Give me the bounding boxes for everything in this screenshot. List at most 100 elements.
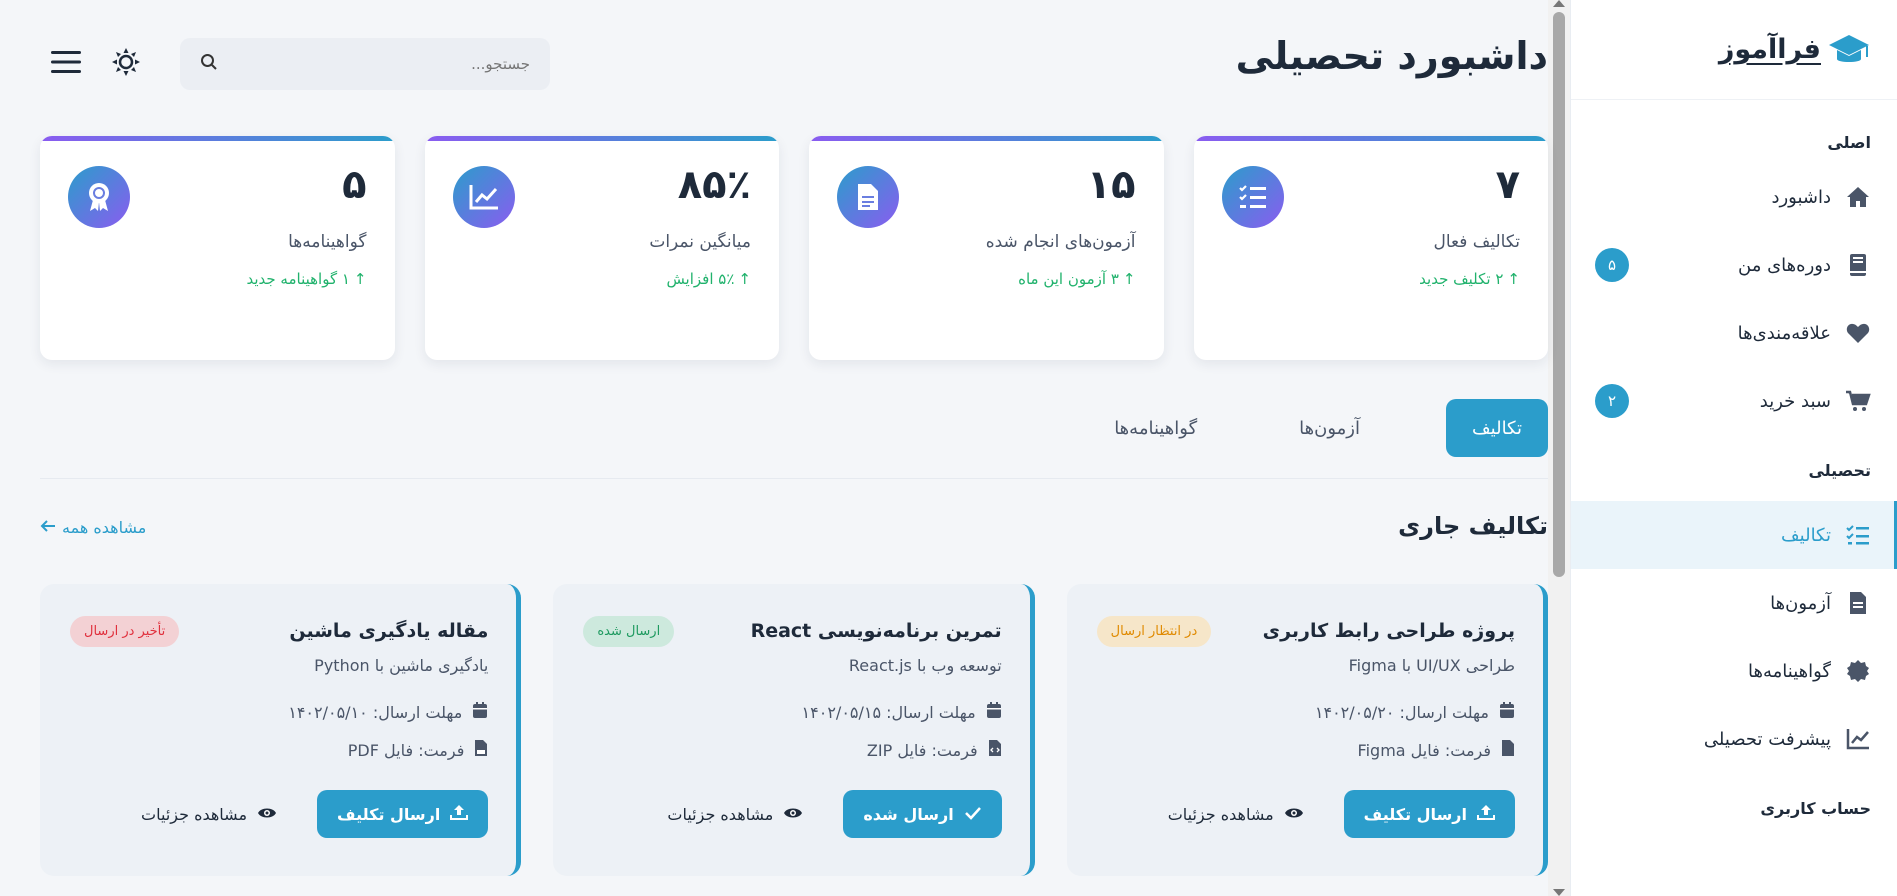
stat-label: گواهینامه‌ها (288, 232, 367, 252)
section-title: تکالیف جاری (1398, 512, 1548, 540)
scrollbar[interactable] (1548, 0, 1570, 896)
format-text: فرمت: فایل ZIP (866, 740, 978, 760)
home-icon (1845, 184, 1871, 210)
stat-change-text: ۲ تکلیف جدید (1419, 270, 1504, 288)
assignment-card: پروژه طراحی رابط کاربری در انتظار ارسال … (1066, 584, 1548, 876)
sidebar-item-label: سبد خرید (1759, 390, 1831, 412)
certificate-icon (1845, 658, 1871, 684)
main-content: داشبورد تحصیلی ۷ تکالیف فعال ↑۲ تکلیف جد… (0, 0, 1548, 896)
file-pdf-icon (474, 739, 488, 761)
submitted-button[interactable]: ارسال شده (843, 790, 1002, 838)
brand-logo[interactable]: فراآموز (1571, 0, 1897, 100)
tab-certificates[interactable]: گواهینامه‌ها (1088, 399, 1223, 457)
stat-label: تکالیف فعال (1433, 232, 1520, 252)
chart-icon (452, 166, 515, 228)
tabs: تکالیف آزمون‌ها گواهینامه‌ها (40, 399, 1548, 479)
stats-row: ۷ تکالیف فعال ↑ ۲ تکلیف جدید ۱۵ آزمون‌های… (40, 136, 1548, 360)
sidebar-item-label: تکالیف (1781, 524, 1831, 546)
format-row: فرمت: فایل Figma (1097, 738, 1515, 762)
sidebar-item-favorites[interactable]: علاقه‌مندی‌ها (1571, 299, 1897, 367)
search-icon[interactable] (200, 53, 218, 75)
document-icon (837, 166, 899, 228)
chart-line-icon (1845, 726, 1871, 752)
stat-change: ↑ ۱ گواهینامه جدید (68, 270, 366, 288)
sidebar-section-main: اصلی (1827, 133, 1871, 152)
section-header: تکالیف جاری مشاهده همه (40, 512, 1548, 548)
scroll-down-arrow[interactable] (1553, 889, 1565, 896)
deadline-row: مهلت ارسال: ۱۴۰۲/۰۵/۱۵ (583, 700, 1001, 724)
upload-icon (1477, 803, 1495, 825)
deadline-text: مهلت ارسال: ۱۴۰۲/۰۵/۱۰ (288, 702, 463, 722)
scroll-up-arrow[interactable] (1553, 0, 1565, 7)
sidebar-item-assignments[interactable]: تکالیف (1571, 501, 1897, 569)
submit-assignment-button[interactable]: ارسال تکلیف (317, 790, 489, 838)
file-icon (1501, 739, 1515, 761)
view-details-button[interactable]: مشاهده جزئیات (667, 805, 803, 824)
graduation-cap-icon (1827, 33, 1871, 67)
stat-change-text: ۵٪ افزایش (666, 270, 735, 288)
arrow-up-icon: ↑ (738, 270, 751, 288)
assignment-course: توسعه وب با React.js (848, 656, 1002, 675)
sidebar-item-my-courses[interactable]: دوره‌های من ۵ (1571, 231, 1897, 299)
count-badge: ۵ (1595, 248, 1629, 282)
button-label: ارسال تکلیف (337, 804, 441, 824)
sidebar-item-label: آزمون‌ها (1770, 592, 1831, 614)
theme-toggle-button[interactable] (100, 38, 152, 90)
sidebar-item-label: داشبورد (1771, 186, 1831, 208)
assignment-card: مقاله یادگیری ماشین تأخیر در ارسال یادگی… (40, 584, 522, 876)
search-box[interactable] (180, 38, 550, 90)
sun-icon (112, 48, 140, 80)
deadline-text: مهلت ارسال: ۱۴۰۲/۰۵/۲۰ (1314, 702, 1489, 722)
assignment-course: طراحی UI/UX با Figma (1348, 656, 1515, 675)
sidebar-item-label: پیشرفت تحصیلی (1703, 728, 1831, 750)
tab-exams[interactable]: آزمون‌ها (1273, 399, 1386, 457)
assignment-title: مقاله یادگیری ماشین (289, 620, 489, 642)
assignment-course: یادگیری ماشین با Python (314, 656, 489, 675)
view-details-button[interactable]: مشاهده جزئیات (1168, 805, 1304, 824)
sidebar-item-progress[interactable]: پیشرفت تحصیلی (1571, 705, 1897, 773)
assignment-title: پروژه طراحی رابط کاربری (1262, 620, 1515, 642)
sidebar-item-dashboard[interactable]: داشبورد (1571, 163, 1897, 231)
sidebar-item-label: گواهینامه‌ها (1748, 660, 1831, 682)
search-input[interactable] (218, 55, 530, 73)
arrow-up-icon: ↑ (1122, 270, 1136, 288)
page-title: داشبورد تحصیلی (1235, 34, 1548, 78)
submit-assignment-button[interactable]: ارسال تکلیف (1343, 790, 1515, 838)
tasks-icon (1221, 166, 1284, 228)
hamburger-icon (51, 50, 81, 78)
list-check-icon (1845, 522, 1871, 548)
award-icon (68, 166, 130, 228)
sidebar-item-cart[interactable]: سبد خرید ۲ (1571, 367, 1897, 435)
header: داشبورد تحصیلی (40, 28, 1548, 98)
count-badge: ۲ (1595, 384, 1629, 418)
button-label: ارسال شده (863, 804, 954, 824)
deadline-row: مهلت ارسال: ۱۴۰۲/۰۵/۱۰ (70, 700, 488, 724)
status-badge: تأخیر در ارسال (70, 615, 180, 647)
sidebar-item-certificates[interactable]: گواهینامه‌ها (1571, 637, 1897, 705)
sidebar: فراآموز اصلی داشبورد دوره‌های من ۵ علاقه… (1570, 0, 1897, 896)
stat-card-exams: ۱۵ آزمون‌های انجام شده ↑ ۳ آزمون این ماه (809, 136, 1164, 360)
eye-icon (783, 805, 803, 824)
assignment-card: تمرین برنامه‌نویسی React ارسال شده توسعه… (553, 584, 1035, 876)
scroll-thumb[interactable] (1553, 12, 1565, 577)
check-icon (964, 805, 982, 824)
tab-assignments[interactable]: تکالیف (1446, 399, 1548, 457)
assignment-cards: پروژه طراحی رابط کاربری در انتظار ارسال … (40, 584, 1548, 876)
calendar-icon (986, 701, 1002, 723)
stat-change: ↑ ۵٪ افزایش (453, 270, 751, 288)
menu-button[interactable] (40, 38, 92, 90)
sidebar-item-exams[interactable]: آزمون‌ها (1571, 569, 1897, 637)
file-code-icon (988, 739, 1002, 761)
deadline-row: مهلت ارسال: ۱۴۰۲/۰۵/۲۰ (1097, 700, 1515, 724)
view-all-link[interactable]: مشاهده همه (40, 518, 146, 537)
arrow-left-icon (40, 518, 56, 537)
arrow-up-icon: ↑ (1507, 270, 1520, 288)
status-badge: در انتظار ارسال (1096, 615, 1212, 647)
eye-icon (257, 805, 277, 824)
heart-icon (1845, 320, 1871, 346)
deadline-text: مهلت ارسال: ۱۴۰۲/۰۵/۱۵ (801, 702, 976, 722)
format-text: فرمت: فایل PDF (347, 740, 465, 760)
sidebar-section-education: تحصیلی (1808, 461, 1871, 480)
view-details-button[interactable]: مشاهده جزئیات (141, 805, 277, 824)
stat-change: ↑ ۲ تکلیف جدید (1222, 270, 1520, 288)
